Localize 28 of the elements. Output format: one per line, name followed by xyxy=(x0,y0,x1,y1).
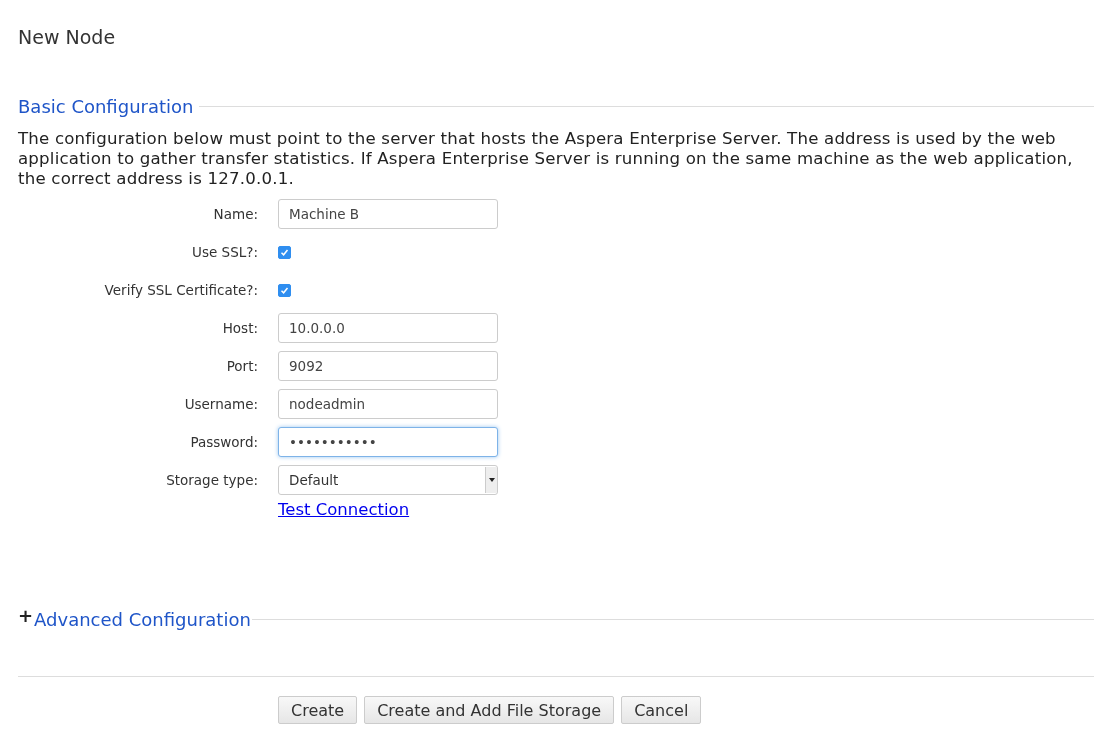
caret-icon xyxy=(488,478,495,482)
field-label: Name: xyxy=(212,206,259,222)
checkbox[interactable] xyxy=(278,283,291,297)
field-label: Verify SSL Certificate?: xyxy=(103,282,259,298)
action-button[interactable]: Cancel xyxy=(621,696,702,724)
field-label: Port: xyxy=(225,358,259,374)
section-title: Basic Configuration xyxy=(18,96,194,117)
input-field[interactable]: ••••••••••• xyxy=(278,427,498,457)
section-title[interactable]: Advanced Configuration xyxy=(34,609,251,630)
storage-type-dropdown[interactable]: Default xyxy=(278,465,498,495)
field-label: Username: xyxy=(183,396,259,412)
checkbox[interactable] xyxy=(278,245,291,259)
description-text: The configuration below must point to the server that hosts the Aspera Enterprise Server. The address is used by the web application to gather transfer statistics. If Aspera Enterprise Server is running on the same machine as the web application, the correct address is 127.0.0.1. xyxy=(18,129,1074,189)
action-button[interactable]: Create xyxy=(278,696,358,724)
page-title: New Node xyxy=(18,25,117,50)
field-label: Host: xyxy=(221,320,259,336)
expand-glyph[interactable]: + xyxy=(18,609,34,623)
field-label: Use SSL?: xyxy=(191,244,259,260)
field-label: Storage type: xyxy=(165,472,259,488)
check-icon xyxy=(280,247,289,257)
field-label: Password: xyxy=(189,434,259,450)
input-field[interactable]: nodeadmin xyxy=(278,389,498,419)
check-icon xyxy=(280,285,289,295)
input-field[interactable]: Machine B xyxy=(278,199,498,229)
action-button[interactable]: Create and Add File Storage xyxy=(364,696,615,724)
input-field[interactable]: 9092 xyxy=(278,351,498,381)
test-connection-link[interactable]: Test Connection xyxy=(278,499,410,519)
input-field[interactable]: 10.0.0.0 xyxy=(278,313,498,343)
